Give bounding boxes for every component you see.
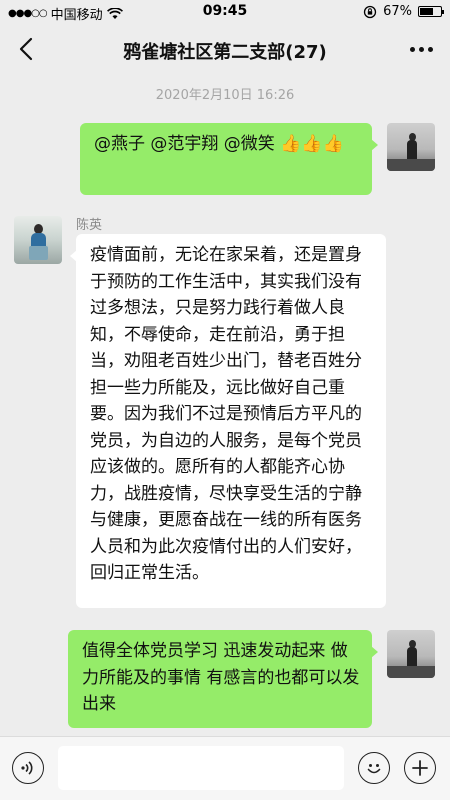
avatar-figure-skirt — [29, 246, 48, 260]
plus-button[interactable] — [404, 752, 436, 784]
avatar-ground — [387, 666, 435, 678]
emoji-button[interactable] — [358, 752, 390, 784]
chat-title: 鸦雀塘社区第二支部(27) — [123, 42, 327, 63]
sender-name: 陈英 — [76, 218, 103, 233]
status-right: 67% — [363, 4, 444, 19]
voice-icon — [21, 761, 33, 775]
message-bubble-other[interactable]: 疫情面前，无论在家呆着，还是置身于预防的工作生活中，其实我们没有过多想法，只是努… — [70, 234, 386, 608]
back-arrow-icon — [19, 37, 33, 61]
more-dot — [418, 46, 424, 52]
plus-icon — [412, 760, 428, 776]
battery-percent: 67% — [383, 4, 412, 19]
emoji-icon — [367, 764, 381, 774]
more-icon[interactable] — [406, 36, 436, 62]
battery-fill — [420, 8, 434, 15]
my-avatar[interactable] — [387, 123, 435, 171]
input-bar — [0, 736, 450, 800]
rotation-lock-icon — [363, 5, 377, 18]
message-bubble-mine[interactable]: @燕子 @范宇翔 @微笑 👍👍👍 — [80, 123, 378, 195]
chat-area[interactable]: 2020年2月10日 16:26 @燕子 @范宇翔 @微笑 👍👍👍 陈英 疫情面… — [0, 76, 450, 736]
more-dot — [409, 46, 415, 52]
avatar-ground — [387, 159, 435, 171]
message-text: 值得全体党员学习 迅速发动起来 做力所能及的事情 有感言的也都可以发出来 — [82, 641, 360, 714]
message-bubble-mine[interactable]: 值得全体党员学习 迅速发动起来 做力所能及的事情 有感言的也都可以发出来 — [68, 630, 378, 728]
thumbs-up-emoji-icon: 👍👍👍 — [280, 134, 344, 154]
battery-icon — [418, 6, 444, 17]
sender-avatar[interactable] — [14, 216, 62, 264]
back-button[interactable] — [12, 34, 42, 64]
my-avatar[interactable] — [387, 630, 435, 678]
more-dot — [427, 46, 433, 52]
status-bar: ●●●○○ 中国移动 09:45 67% — [0, 0, 450, 24]
message-input[interactable] — [58, 746, 344, 790]
voice-button[interactable] — [12, 752, 44, 784]
message-timestamp: 2020年2月10日 16:26 — [155, 88, 295, 103]
message-text: @燕子 @范宇翔 @微笑 — [94, 134, 281, 154]
message-text: 疫情面前，无论在家呆着，还是置身于预防的工作生活中，其实我们没有过多想法，只是努… — [90, 245, 362, 583]
nav-bar: 鸦雀塘社区第二支部(27) — [0, 24, 450, 76]
